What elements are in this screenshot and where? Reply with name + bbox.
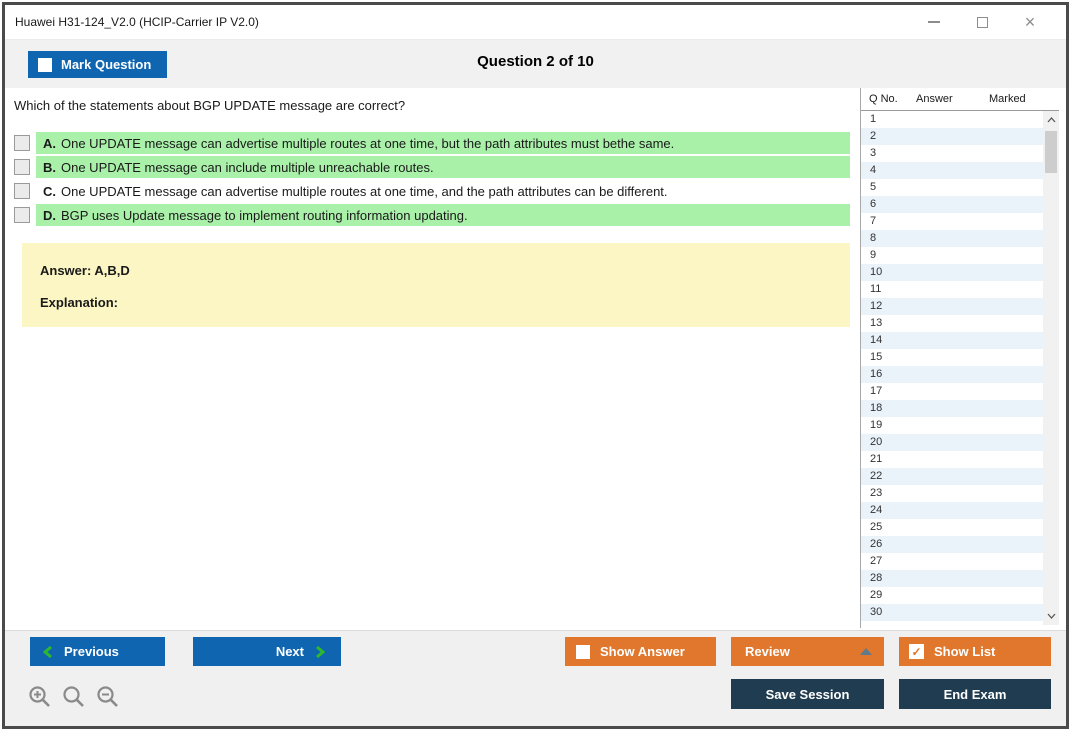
scroll-up-icon[interactable] — [1043, 111, 1059, 129]
option-text: D. BGP uses Update message to implement r… — [36, 204, 850, 226]
question-list-row[interactable]: 23 — [861, 485, 1043, 502]
question-list-row[interactable]: 22 — [861, 468, 1043, 485]
question-list-scrollbar[interactable] — [1043, 111, 1059, 625]
question-list-row[interactable]: 4 — [861, 162, 1043, 179]
close-icon: × — [1024, 12, 1036, 32]
review-label: Review — [745, 644, 790, 659]
question-list-row[interactable]: 12 — [861, 298, 1043, 315]
question-list-row[interactable]: 16 — [861, 366, 1043, 383]
end-exam-button[interactable]: End Exam — [899, 679, 1051, 709]
previous-label: Previous — [64, 644, 119, 659]
chevron-right-icon — [316, 645, 325, 658]
question-list-row[interactable]: 15 — [861, 349, 1043, 366]
question-list-rows: 1 2 3 4 5 6 7 8 9 10 11 12 13 14 15 16 17 18 19 20 21 22 23 24 2… — [861, 111, 1043, 625]
question-list-row[interactable]: 20 — [861, 434, 1043, 451]
question-list-row[interactable]: 2 — [861, 128, 1043, 145]
column-marked: Marked — [989, 93, 1026, 105]
option-checkbox[interactable] — [14, 207, 30, 223]
show-list-checkbox[interactable]: ✓ — [909, 644, 924, 659]
question-list-row[interactable]: 21 — [861, 451, 1043, 468]
next-button[interactable]: Next — [193, 637, 341, 666]
question-list-row[interactable]: 8 — [861, 230, 1043, 247]
question-list-row[interactable]: 27 — [861, 553, 1043, 570]
question-list-row[interactable]: 25 — [861, 519, 1043, 536]
save-session-label: Save Session — [765, 686, 850, 702]
maximize-icon — [976, 16, 988, 28]
zoom-out-icon[interactable] — [96, 685, 121, 711]
save-session-button[interactable]: Save Session — [731, 679, 884, 709]
footer-bar: Previous Next Show Answer Review ✓ Show … — [5, 630, 1066, 729]
end-exam-label: End Exam — [943, 686, 1007, 702]
zoom-controls — [28, 685, 121, 711]
previous-button[interactable]: Previous — [30, 637, 165, 666]
app-window: Huawei H31-124_V2.0 (HCIP-Carrier IP V2.… — [0, 0, 1075, 735]
question-list-row[interactable]: 10 — [861, 264, 1043, 281]
close-button[interactable]: × — [1020, 12, 1040, 32]
scroll-down-icon[interactable] — [1043, 607, 1059, 625]
triangle-up-icon — [860, 648, 872, 655]
maximize-button[interactable] — [972, 12, 992, 32]
options-list: A. One UPDATE message can advertise multi… — [14, 132, 850, 228]
show-answer-label: Show Answer — [600, 644, 685, 659]
question-list-row[interactable]: 11 — [861, 281, 1043, 298]
option-text: B. One UPDATE message can include multipl… — [36, 156, 850, 178]
option-text: C. One UPDATE message can advertise multi… — [36, 180, 850, 202]
question-list-row[interactable]: 18 — [861, 400, 1043, 417]
zoom-in-icon[interactable] — [28, 685, 53, 711]
zoom-reset-icon[interactable] — [62, 685, 87, 711]
show-answer-button[interactable]: Show Answer — [565, 637, 716, 666]
window-controls: × — [924, 12, 1066, 32]
window-title: Huawei H31-124_V2.0 (HCIP-Carrier IP V2.… — [15, 15, 259, 29]
option-row-a[interactable]: A. One UPDATE message can advertise multi… — [14, 132, 850, 154]
question-list-row[interactable]: 3 — [861, 145, 1043, 162]
option-row-b[interactable]: B. One UPDATE message can include multipl… — [14, 156, 850, 178]
answer-text: Answer: A,B,D — [40, 263, 130, 278]
question-list-row[interactable]: 28 — [861, 570, 1043, 587]
question-list-row[interactable]: 5 — [861, 179, 1043, 196]
option-text: A. One UPDATE message can advertise multi… — [36, 132, 850, 154]
explanation-label: Explanation: — [40, 295, 119, 310]
question-list-row[interactable]: 14 — [861, 332, 1043, 349]
header-strip: Mark Question Question 2 of 10 — [5, 40, 1066, 88]
question-list-row[interactable]: 26 — [861, 536, 1043, 553]
question-list-row[interactable]: 24 — [861, 502, 1043, 519]
question-list-row[interactable]: 1 — [861, 111, 1043, 128]
show-answer-checkbox[interactable] — [576, 644, 590, 659]
question-list-row[interactable]: 29 — [861, 587, 1043, 604]
scrollbar-thumb[interactable] — [1045, 131, 1057, 173]
question-list-row[interactable]: 17 — [861, 383, 1043, 400]
column-qno: Q No. — [869, 93, 898, 105]
question-list-row[interactable]: 6 — [861, 196, 1043, 213]
chevron-left-icon — [43, 645, 52, 658]
option-checkbox[interactable] — [14, 183, 30, 199]
question-list-row[interactable]: 9 — [861, 247, 1043, 264]
question-list-row[interactable]: 7 — [861, 213, 1043, 230]
question-list-row[interactable]: 30 — [861, 604, 1043, 621]
show-list-label: Show List — [934, 644, 996, 659]
minimize-button[interactable] — [924, 12, 944, 32]
question-counter: Question 2 of 10 — [477, 53, 594, 70]
show-list-button[interactable]: ✓ Show List — [899, 637, 1051, 666]
review-button[interactable]: Review — [731, 637, 884, 666]
next-label: Next — [275, 644, 304, 659]
option-row-d[interactable]: D. BGP uses Update message to implement r… — [14, 204, 850, 226]
question-list-row[interactable]: 19 — [861, 417, 1043, 434]
title-bar: Huawei H31-124_V2.0 (HCIP-Carrier IP V2.… — [5, 5, 1066, 40]
question-text: Which of the statements about BGP UPDATE… — [14, 98, 406, 113]
answer-box: Answer: A,B,D Explanation: — [22, 243, 850, 327]
minimize-icon — [928, 21, 940, 23]
question-list-row[interactable]: 13 — [861, 315, 1043, 332]
column-answer: Answer — [916, 93, 953, 105]
question-list-header: Q No. Answer Marked — [861, 88, 1059, 110]
option-row-c[interactable]: C. One UPDATE message can advertise multi… — [14, 180, 850, 202]
option-checkbox[interactable] — [14, 135, 30, 151]
option-checkbox[interactable] — [14, 159, 30, 175]
